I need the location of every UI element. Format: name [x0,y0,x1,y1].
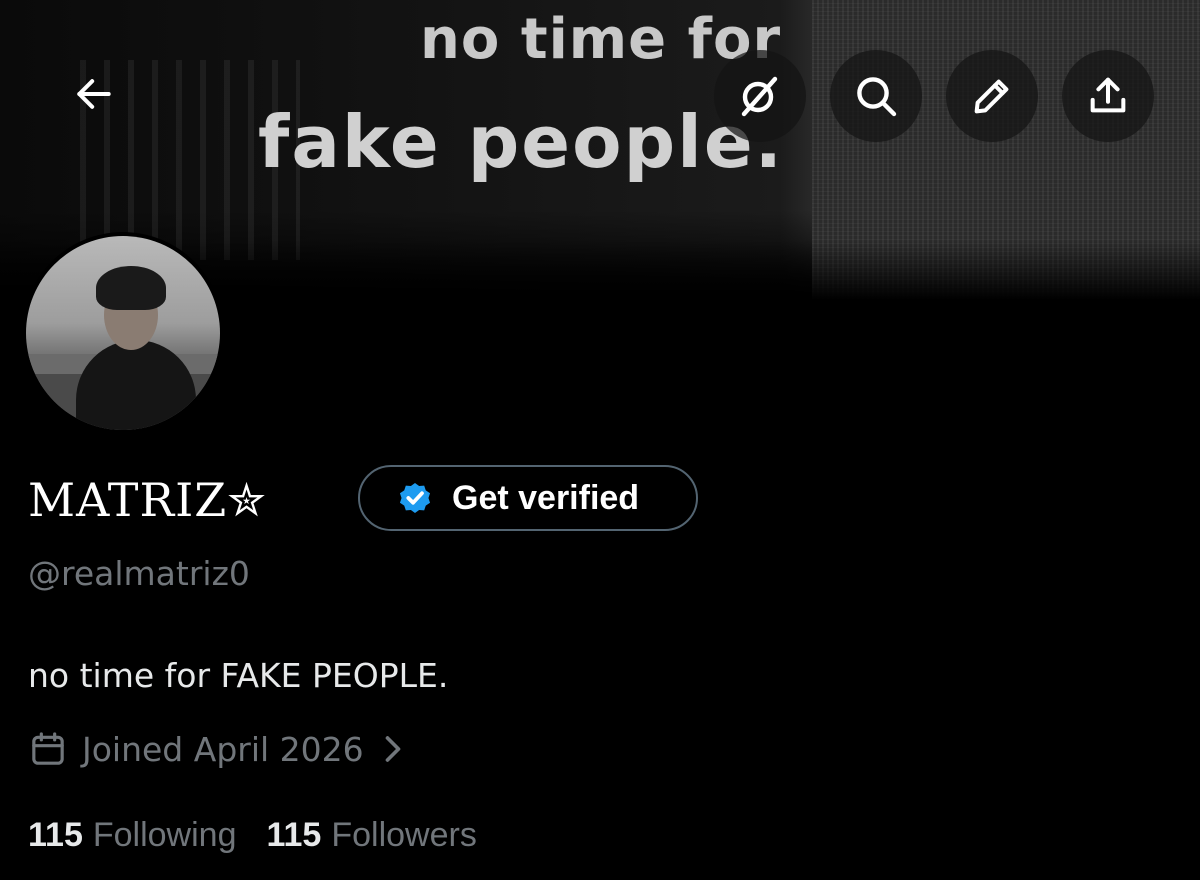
follow-stats: 115 Following 115 Followers [28,808,477,862]
edit-pencil-icon [974,79,1009,114]
avatar-photo [26,236,220,430]
edit-profile-button[interactable] [946,50,1038,142]
handle: @realmatriz0 [28,554,250,593]
following-count: 115 [28,815,83,854]
share-button[interactable] [1062,50,1154,142]
joined-text: Joined April 2026 [82,729,364,769]
back-button[interactable] [48,48,140,140]
grok-icon [741,76,778,117]
search-icon [857,77,897,117]
avatar[interactable] [22,232,224,434]
calendar-icon [32,732,64,765]
search-button[interactable] [830,50,922,142]
profile-page: no time for fake people. MATRIZ✮ Get ver… [0,0,1200,880]
back-arrow-icon [77,79,111,109]
share-icon [1090,77,1126,113]
banner-text-line-2: fake people. [258,100,784,184]
joined-date[interactable]: Joined April 2026 [28,722,404,776]
bio: no time for FAKE PEOPLE. [28,656,449,695]
followers-link[interactable]: 115 Followers [266,816,476,855]
followers-label: Followers [331,815,477,854]
verified-badge-icon [399,482,431,514]
get-verified-button[interactable]: Get verified [358,465,698,531]
followers-count: 115 [266,815,322,854]
get-verified-label: Get verified [452,478,640,517]
grok-button[interactable] [714,50,806,142]
chevron-right-icon [385,736,400,762]
following-link[interactable]: 115 Following [28,816,236,855]
display-name: MATRIZ✮ [28,473,267,527]
following-label: Following [92,815,237,854]
